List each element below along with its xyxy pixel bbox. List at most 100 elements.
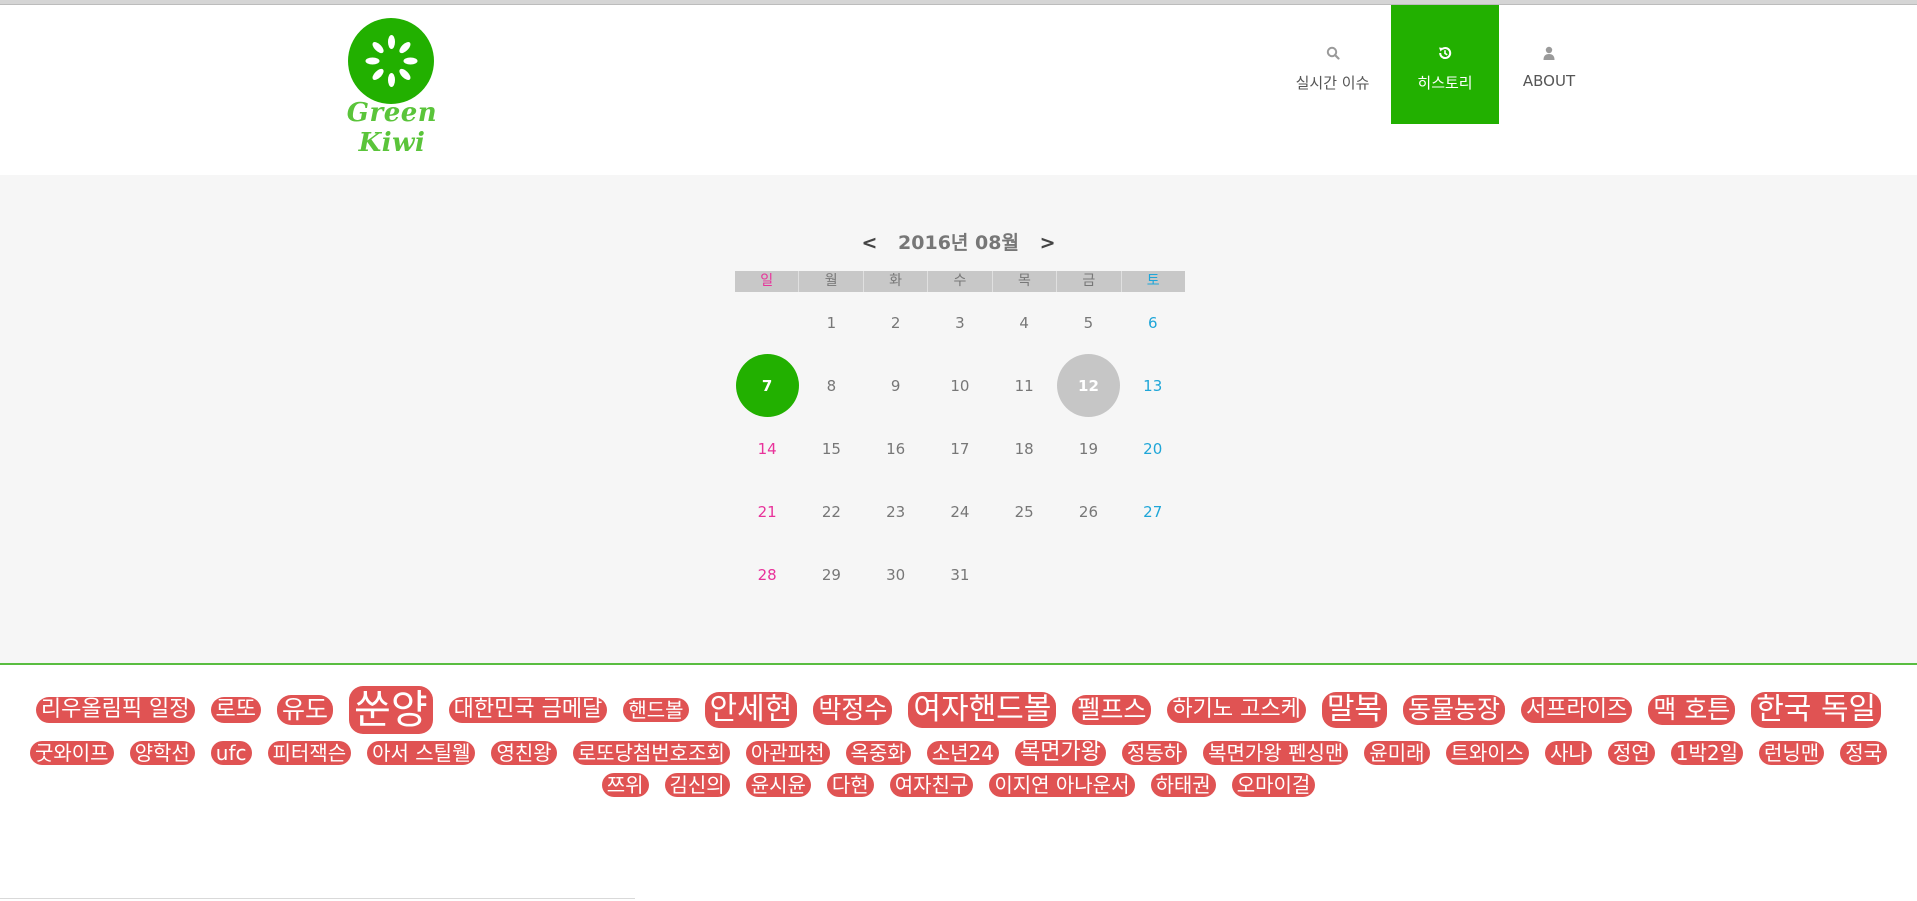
calendar-day[interactable]: 6 xyxy=(1121,291,1185,354)
nav-history[interactable]: 히스토리 xyxy=(1391,5,1499,124)
keyword-tag[interactable]: 로또당첨번호조회 xyxy=(572,741,730,766)
keyword-tag[interactable]: 펠프스 xyxy=(1072,695,1152,725)
calendar-day[interactable]: 19 xyxy=(1056,417,1120,480)
keyword-tag[interactable]: 한국 독일 xyxy=(1751,692,1882,728)
keyword-tag[interactable]: 리우올림픽 일정 xyxy=(35,696,195,724)
calendar-day[interactable]: 30 xyxy=(864,543,928,606)
calendar-day[interactable]: 18 xyxy=(992,417,1056,480)
calendar-day-number: 21 xyxy=(757,502,777,521)
logo[interactable]: Green Kiwi xyxy=(318,18,466,158)
calendar-day-number: 6 xyxy=(1147,313,1158,332)
calendar-section: < 2016년 08월 > 일 월 화 수 목 금 토 1 2 3 4 5 6 7 8 9 10 1… xyxy=(0,175,1917,665)
keyword-tag[interactable]: 여자핸드볼 xyxy=(908,692,1057,728)
calendar-day[interactable]: 4 xyxy=(992,291,1056,354)
calendar-day[interactable]: 20 xyxy=(1121,417,1185,480)
keyword-tag[interactable]: 사나 xyxy=(1545,741,1592,766)
keyword-tag[interactable]: 굿와이프 xyxy=(29,741,114,766)
calendar-day[interactable]: 29 xyxy=(799,543,863,606)
keyword-tag[interactable]: 트와이스 xyxy=(1445,741,1530,766)
keyword-tag[interactable]: ufc xyxy=(210,741,252,766)
keyword-tag[interactable]: 하태권 xyxy=(1150,772,1216,797)
calendar-day[interactable]: 12 xyxy=(1056,354,1120,417)
calendar-day-number: 30 xyxy=(886,565,906,584)
calendar-day-number: 16 xyxy=(886,439,906,458)
calendar-day[interactable]: 10 xyxy=(928,354,992,417)
calendar-day[interactable]: 31 xyxy=(928,543,992,606)
keyword-tag[interactable]: 복면가왕 xyxy=(1014,740,1106,767)
keyword-tag[interactable]: 이지연 아나운서 xyxy=(989,772,1135,797)
keyword-tag[interactable]: 아서 스틸웰 xyxy=(367,741,476,766)
calendar-day[interactable]: 25 xyxy=(992,480,1056,543)
keyword-tag[interactable]: 양학선 xyxy=(129,741,195,766)
next-month-button[interactable]: > xyxy=(1040,232,1056,254)
calendar-day[interactable]: 21 xyxy=(735,480,799,543)
calendar-day[interactable]: 27 xyxy=(1121,480,1185,543)
calendar-day[interactable]: 1 xyxy=(799,291,863,354)
keyword-tag[interactable]: 정동하 xyxy=(1121,741,1188,766)
calendar-day[interactable]: 11 xyxy=(992,354,1056,417)
calendar-day-number: 15 xyxy=(821,439,841,458)
calendar-day[interactable]: 16 xyxy=(864,417,928,480)
nav-realtime-issue[interactable]: 실시간 이슈 xyxy=(1274,5,1391,124)
weekday-tue: 화 xyxy=(862,271,927,292)
keyword-tag[interactable]: 말복 xyxy=(1321,692,1388,728)
calendar-day-number: 19 xyxy=(1078,439,1098,458)
calendar-day-number: 27 xyxy=(1143,502,1163,521)
calendar-day-number: 12 xyxy=(1056,354,1120,417)
keyword-tag[interactable]: 서프라이즈 xyxy=(1521,696,1633,724)
keyword-tag[interactable]: 소년24 xyxy=(926,741,999,766)
calendar-day[interactable]: 9 xyxy=(864,354,928,417)
calendar-day[interactable]: 23 xyxy=(864,480,928,543)
nav-label: ABOUT xyxy=(1522,72,1576,90)
keyword-tag[interactable]: 피터잭슨 xyxy=(267,741,352,766)
keyword-tag[interactable]: 안세현 xyxy=(704,692,798,728)
keyword-tag[interactable]: 옥중화 xyxy=(845,741,911,766)
calendar-day-number: 24 xyxy=(950,502,970,521)
keyword-tag[interactable]: 여자친구 xyxy=(889,772,974,797)
keyword-tag[interactable]: 박정수 xyxy=(813,695,893,725)
keyword-tag[interactable]: 윤미래 xyxy=(1364,741,1430,766)
calendar-day[interactable]: 24 xyxy=(928,480,992,543)
bottom-divider xyxy=(0,898,635,899)
keyword-tag[interactable]: 대한민국 금메달 xyxy=(448,696,608,724)
keyword-tag[interactable]: 김신의 xyxy=(664,772,730,797)
keyword-tag[interactable]: 맥 호튼 xyxy=(1648,695,1736,725)
keyword-tag[interactable]: 복면가왕 펜싱맨 xyxy=(1203,741,1349,766)
keyword-tag[interactable]: 아관파천 xyxy=(745,741,830,766)
keyword-tag[interactable]: 다현 xyxy=(826,772,874,797)
calendar-day-number: 31 xyxy=(950,565,970,584)
keyword-tag[interactable]: 영친왕 xyxy=(491,741,557,766)
site-header: Green Kiwi 실시간 이슈 히스토리 ABOUT xyxy=(0,5,1917,175)
weekday-thu: 목 xyxy=(991,271,1056,292)
calendar-day[interactable]: 15 xyxy=(799,417,863,480)
calendar-day[interactable]: 2 xyxy=(864,291,928,354)
keyword-tag[interactable]: 오마이걸 xyxy=(1231,772,1316,797)
calendar-day[interactable]: 13 xyxy=(1121,354,1185,417)
calendar-day[interactable]: 7 xyxy=(735,354,799,417)
calendar-day[interactable]: 28 xyxy=(735,543,799,606)
calendar-day[interactable]: 3 xyxy=(928,291,992,354)
keyword-tag[interactable]: 하기노 고스케 xyxy=(1167,696,1306,724)
keyword-tag[interactable]: 쑨양 xyxy=(349,686,433,734)
keyword-tag[interactable]: 핸드볼 xyxy=(623,698,689,722)
keyword-tag[interactable]: 로또 xyxy=(210,696,262,724)
calendar-day-number: 8 xyxy=(826,376,837,395)
calendar-day[interactable]: 5 xyxy=(1056,291,1120,354)
calendar-day-number: 13 xyxy=(1143,376,1163,395)
calendar-day[interactable]: 26 xyxy=(1056,480,1120,543)
prev-month-button[interactable]: < xyxy=(862,232,878,254)
calendar-day[interactable]: 17 xyxy=(928,417,992,480)
keyword-tag[interactable]: 런닝맨 xyxy=(1758,741,1825,766)
calendar-day[interactable]: 14 xyxy=(735,417,799,480)
keyword-tag[interactable]: 쯔위 xyxy=(601,772,649,797)
keyword-tag[interactable]: 1박2일 xyxy=(1670,741,1743,766)
calendar-day[interactable]: 8 xyxy=(799,354,863,417)
keyword-tag[interactable]: 정연 xyxy=(1607,741,1655,766)
keyword-tag[interactable]: 정국 xyxy=(1840,741,1887,766)
keyword-tag[interactable]: 윤시윤 xyxy=(745,772,811,797)
keyword-tag[interactable]: 동물농장 xyxy=(1403,695,1506,725)
calendar-day[interactable]: 22 xyxy=(799,480,863,543)
nav-about[interactable]: ABOUT xyxy=(1499,5,1599,124)
calendar-day-number: 10 xyxy=(950,376,970,395)
keyword-tag[interactable]: 유도 xyxy=(277,695,334,725)
